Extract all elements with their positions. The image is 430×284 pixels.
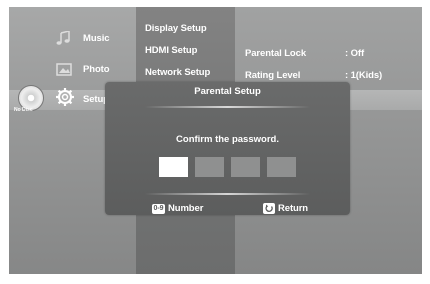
password-prompt: Confirm the password. [176, 134, 279, 145]
disc-status-label: No Disc [14, 107, 33, 113]
music-note-icon [56, 31, 70, 45]
gear-icon [56, 88, 74, 106]
number-key-icon: 0-9 [152, 204, 165, 214]
parental-setup-dialog: Parental Setup Confirm the password. 0-9… [105, 82, 350, 215]
return-hint-label[interactable]: Return [278, 203, 308, 214]
password-digit-3[interactable] [231, 157, 260, 177]
detail-parental-lock-label[interactable]: Parental Lock [245, 48, 306, 59]
tv-screen: Music Photo Setup No Disc Display Setup … [9, 7, 422, 274]
submenu-item-network-setup[interactable]: Network Setup [145, 67, 210, 78]
detail-parental-lock-value: : Off [345, 48, 365, 59]
password-digit-4[interactable] [267, 157, 296, 177]
submenu-item-display-setup[interactable]: Display Setup [145, 23, 207, 34]
nav-item-photo[interactable]: Photo [9, 59, 136, 81]
detail-rating-level-label[interactable]: Rating Level [245, 70, 300, 81]
password-digit-2[interactable] [195, 157, 224, 177]
divider [145, 106, 310, 108]
nav-item-music[interactable]: Music [9, 28, 136, 50]
detail-rating-level-value: : 1(Kids) [345, 70, 383, 81]
divider [145, 193, 310, 195]
password-digit-1[interactable] [159, 157, 188, 177]
photo-icon [56, 63, 72, 76]
dialog-title: Parental Setup [194, 86, 261, 97]
nav-item-label: Photo [83, 64, 110, 75]
return-icon[interactable] [263, 203, 275, 214]
nav-item-label: Music [83, 33, 110, 44]
number-hint-label: Number [168, 203, 204, 214]
submenu-item-hdmi-setup[interactable]: HDMI Setup [145, 45, 197, 56]
